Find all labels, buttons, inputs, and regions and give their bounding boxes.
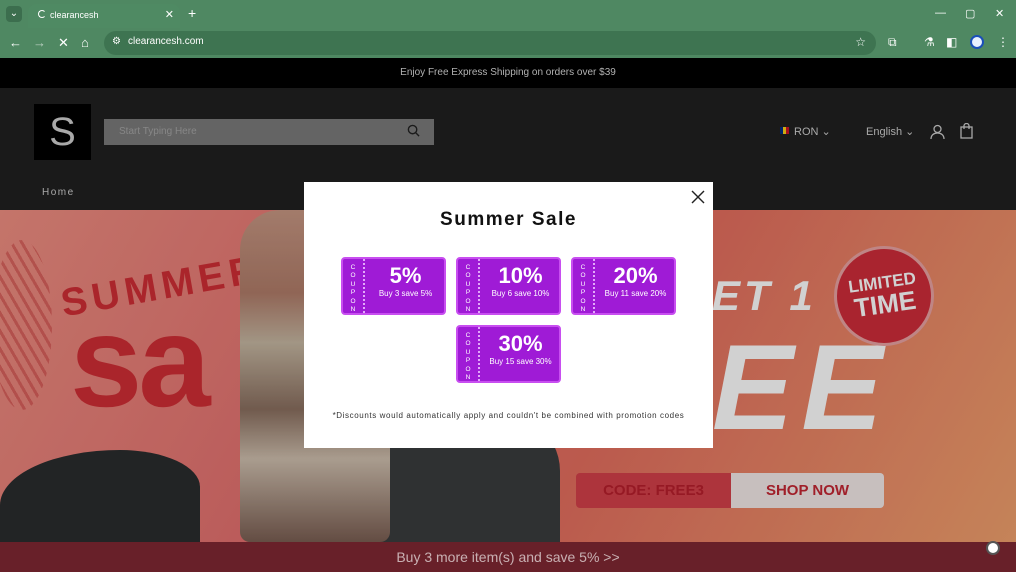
- close-window-icon[interactable]: ✕: [995, 7, 1004, 20]
- profile-avatar-icon[interactable]: [970, 35, 984, 49]
- coupon-description: Buy 6 save 10%: [491, 289, 550, 298]
- coupon-description: Buy 3 save 5%: [378, 289, 433, 298]
- site-info-icon[interactable]: ⚙: [112, 36, 121, 47]
- bookmark-star-icon[interactable]: ☆: [855, 35, 866, 49]
- coupon-percent: 30%: [498, 331, 543, 356]
- labs-flask-icon[interactable]: ⚗: [924, 35, 935, 49]
- browser-toolbar: ← → ✕ ⌂ ⚙ clearancesh.com ☆ ⧉ ⚗ ◧ ⋮: [0, 28, 1016, 58]
- coupon-percent: 5%: [389, 263, 422, 288]
- coupon-card[interactable]: COUPON 5% Buy 3 save 5%: [341, 257, 446, 315]
- floating-widget-icon[interactable]: [986, 541, 1000, 555]
- coupon-card[interactable]: COUPON 30% Buy 15 save 30%: [456, 325, 561, 383]
- coupon-stub: COUPON: [573, 259, 595, 313]
- extensions-icon[interactable]: ⧉: [888, 35, 897, 50]
- coupon-stub: COUPON: [343, 259, 365, 313]
- close-icon[interactable]: [691, 190, 705, 204]
- maximize-icon[interactable]: ▢: [965, 7, 975, 20]
- tab-title: clearancesh: [50, 10, 99, 20]
- coupon-stub: COUPON: [458, 259, 480, 313]
- coupon-card[interactable]: COUPON 10% Buy 6 save 10%: [456, 257, 561, 315]
- coupon-stub: COUPON: [458, 327, 480, 381]
- menu-kebab-icon[interactable]: ⋮: [997, 35, 1009, 49]
- back-icon[interactable]: ←: [9, 35, 22, 51]
- url-text[interactable]: clearancesh.com: [128, 36, 204, 47]
- browser-tab-strip: ⌄ clearancesh ✕ + — ▢ ✕: [0, 0, 1016, 28]
- browser-tab[interactable]: clearancesh ✕: [28, 4, 180, 28]
- address-bar[interactable]: ⚙ clearancesh.com ☆: [104, 31, 876, 55]
- coupon-description: Buy 15 save 30%: [489, 357, 552, 366]
- loading-spinner-icon: [38, 10, 46, 18]
- coupon-card[interactable]: COUPON 20% Buy 11 save 20%: [571, 257, 676, 315]
- tab-search-chevron-icon[interactable]: ⌄: [6, 6, 22, 22]
- home-icon[interactable]: ⌂: [81, 35, 89, 51]
- forward-icon[interactable]: →: [33, 35, 46, 51]
- stop-loading-icon[interactable]: ✕: [58, 35, 69, 51]
- coupon-percent: 10%: [498, 263, 543, 288]
- coupon-description: Buy 11 save 20%: [604, 289, 667, 298]
- summer-sale-modal: Summer Sale COUPON 5% Buy 3 save 5% COUP…: [304, 182, 713, 448]
- close-tab-icon[interactable]: ✕: [165, 8, 174, 21]
- coupon-percent: 20%: [613, 263, 658, 288]
- modal-title: Summer Sale: [440, 209, 577, 230]
- discount-disclaimer: *Discounts would automatically apply and…: [332, 411, 685, 420]
- minimize-icon[interactable]: —: [935, 7, 946, 19]
- side-panel-icon[interactable]: ◧: [946, 35, 957, 49]
- new-tab-button[interactable]: +: [188, 6, 196, 20]
